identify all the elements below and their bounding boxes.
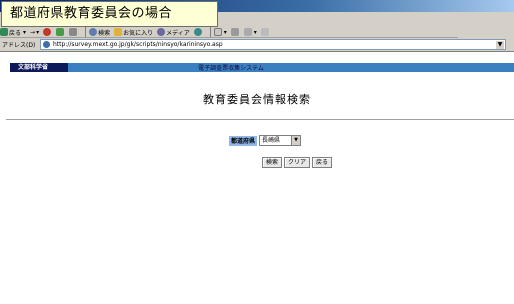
print-button[interactable] xyxy=(230,28,240,36)
favorites-label: お気に入り xyxy=(123,29,154,37)
home-button[interactable] xyxy=(69,28,78,36)
search-button[interactable]: 検索 xyxy=(89,28,110,37)
forward-button[interactable]: → ▾ xyxy=(30,29,39,36)
back-button[interactable]: 戻る ▾ xyxy=(0,28,26,37)
stop-icon xyxy=(43,28,52,36)
search-icon xyxy=(89,28,98,36)
back-label: 戻る xyxy=(9,29,22,37)
mail-icon xyxy=(213,28,222,36)
chevron-down-icon[interactable]: ▾ xyxy=(36,29,39,36)
refresh-button[interactable] xyxy=(56,28,65,36)
system-header-bar: 文部科学省 電子調査票収集システム xyxy=(10,63,514,72)
chevron-down-icon[interactable]: ▾ xyxy=(224,29,227,36)
chevron-down-icon[interactable]: ▾ xyxy=(23,29,26,36)
page-content: 文部科学省 電子調査票収集システム 教育委員会情報検索 都道府県 長崎県 ▼ 検… xyxy=(0,53,514,304)
favorites-icon xyxy=(114,28,123,36)
toolbar-buttons: 戻る ▾ → ▾ 検索 お気に入り メディア ▾ ▾ xyxy=(0,26,274,38)
toolbar-separator xyxy=(209,27,211,37)
forward-arrow-icon: → xyxy=(30,28,36,36)
chevron-down-icon[interactable]: ▼ xyxy=(496,41,504,49)
mail-button[interactable]: ▾ xyxy=(213,28,227,36)
prefecture-row: 都道府県 長崎県 ▼ xyxy=(229,135,302,146)
history-button[interactable] xyxy=(193,28,203,36)
system-title: 電子調査票収集システム xyxy=(198,65,264,72)
address-label: アドレス(D) xyxy=(2,42,36,49)
page-title: 教育委員会情報検索 xyxy=(203,93,311,106)
prefecture-select[interactable]: 長崎県 ▼ xyxy=(259,135,302,146)
prefecture-label: 都道府県 xyxy=(229,135,258,146)
address-bar: アドレス(D) http://survey.mext.go.jp/gk/scri… xyxy=(0,38,514,52)
address-input[interactable]: http://survey.mext.go.jp/gk/scripts/nins… xyxy=(40,39,506,50)
chevron-down-icon[interactable]: ▾ xyxy=(254,29,257,36)
action-buttons: 検索 クリア 戻る xyxy=(262,157,334,168)
edit-button[interactable]: ▾ xyxy=(243,28,257,36)
stop-button[interactable] xyxy=(43,28,52,36)
favorites-button[interactable]: お気に入り xyxy=(114,28,153,37)
discuss-button[interactable] xyxy=(260,28,270,36)
edit-icon xyxy=(243,28,252,36)
windows-logo-area xyxy=(458,24,514,38)
discuss-icon xyxy=(260,28,269,36)
media-label: メディア xyxy=(166,29,190,37)
refresh-icon xyxy=(56,28,65,36)
search-label: 検索 xyxy=(98,29,111,37)
print-icon xyxy=(230,28,239,36)
toolbar-separator xyxy=(85,27,87,37)
chevron-down-icon[interactable]: ▼ xyxy=(291,136,301,145)
prefecture-value: 長崎県 xyxy=(262,137,281,144)
home-icon xyxy=(69,28,78,36)
clear-button[interactable]: クリア xyxy=(284,157,311,168)
slide-caption: 都道府県教育委員会の場合 xyxy=(1,1,218,27)
back-page-button[interactable]: 戻る xyxy=(312,157,333,168)
search-submit-button[interactable]: 検索 xyxy=(262,157,283,168)
page-icon xyxy=(43,41,50,48)
address-url: http://survey.mext.go.jp/gk/scripts/nins… xyxy=(53,41,223,48)
history-icon xyxy=(193,28,202,36)
media-icon xyxy=(157,28,166,36)
divider xyxy=(6,119,514,121)
org-label: 文部科学省 xyxy=(10,63,68,72)
media-button[interactable]: メディア xyxy=(157,28,190,37)
back-arrow-icon xyxy=(0,28,8,36)
